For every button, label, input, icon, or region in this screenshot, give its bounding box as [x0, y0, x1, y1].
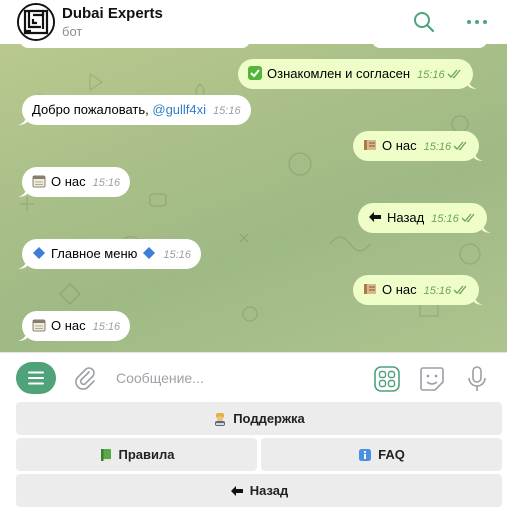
keyboard-button-support[interactable]: Поддержка: [16, 402, 502, 435]
outgoing-message[interactable]: О нас 15:16: [353, 275, 484, 305]
read-receipt-icon: [453, 141, 467, 151]
message-list[interactable]: Ознакомлен и согласен 15:16 Добро пожалов…: [0, 44, 507, 352]
message-input[interactable]: [110, 365, 360, 391]
message-time: 15:16: [417, 69, 445, 81]
message-time: 15:16: [92, 177, 121, 189]
bubble-tail: [473, 149, 484, 161]
bot-commands-grid-icon[interactable]: [373, 365, 401, 393]
message-text: О нас: [382, 138, 417, 153]
read-receipt-icon: [447, 69, 461, 79]
technician-icon: [215, 412, 226, 426]
more-options-icon[interactable]: [464, 10, 490, 34]
keyboard-button-rules[interactable]: Правила: [16, 438, 257, 471]
keyboard-button-label: Поддержка: [233, 411, 305, 426]
scroll-icon: [364, 284, 376, 294]
bubble-tail: [480, 221, 491, 233]
scroll-icon: [364, 140, 376, 150]
previous-message-fragment: [372, 44, 487, 48]
outgoing-message[interactable]: Назад 15:16: [358, 203, 491, 233]
chat-header: Dubai Experts бот: [0, 0, 507, 44]
reply-keyboard: Поддержка Правила FAQ Назад: [0, 402, 507, 515]
message-text: Добро пожаловать,: [32, 102, 153, 117]
sticker-icon[interactable]: [418, 365, 446, 393]
outgoing-message[interactable]: О нас 15:16: [353, 131, 484, 161]
search-icon[interactable]: [412, 10, 436, 34]
keyboard-button-back[interactable]: Назад: [16, 474, 502, 507]
green-book-icon: [100, 448, 111, 461]
bubble-tail: [18, 257, 28, 269]
bot-avatar[interactable]: [17, 3, 55, 41]
composer-bar: [0, 352, 507, 402]
bubble-tail: [18, 185, 28, 197]
keyboard-button-label: Назад: [249, 483, 289, 498]
blue-diamond-icon: [33, 247, 45, 259]
user-mention-link[interactable]: @gullf4xi: [152, 102, 206, 117]
message-time: 15:16: [431, 213, 459, 225]
check-mark-icon: [248, 66, 262, 80]
keyboard-button-label: FAQ: [378, 447, 405, 462]
incoming-message[interactable]: О нас 15:16: [18, 311, 131, 341]
message-time: 15:16: [423, 285, 452, 297]
keyboard-button-faq[interactable]: FAQ: [261, 438, 502, 471]
blue-diamond-icon: [143, 247, 156, 259]
microphone-icon[interactable]: [466, 365, 488, 393]
chat-title[interactable]: Dubai Experts: [62, 5, 163, 22]
message-time: 15:16: [92, 321, 121, 333]
message-text: Главное меню: [51, 246, 138, 261]
info-icon: [359, 448, 372, 461]
message-text: Ознакомлен и согласен: [267, 66, 411, 81]
chat-subtitle: бот: [62, 24, 83, 39]
incoming-message[interactable]: Добро пожаловать, @gullf4xi 15:16: [18, 95, 251, 125]
paperclip-icon[interactable]: [72, 365, 98, 391]
read-receipt-icon: [453, 285, 467, 295]
calendar-icon: [32, 175, 46, 188]
bot-logo-icon: [19, 5, 53, 39]
message-time: 15:16: [163, 249, 191, 261]
incoming-message[interactable]: О нас 15:16: [18, 167, 131, 197]
hamburger-menu-icon: [28, 371, 44, 385]
keyboard-button-label: Правила: [118, 447, 175, 462]
outgoing-message[interactable]: Ознакомлен и согласен 15:16: [238, 59, 477, 89]
message-time: 15:16: [423, 141, 452, 153]
bubble-tail: [18, 113, 28, 125]
chat-wallpaper: [20, 72, 481, 322]
message-time: 15:16: [213, 105, 241, 117]
read-receipt-icon: [461, 213, 475, 223]
back-arrow-icon: [230, 485, 243, 496]
calendar-icon: [32, 319, 46, 332]
bubble-tail: [18, 329, 28, 341]
bot-menu-button[interactable]: [16, 362, 56, 394]
message-text: О нас: [51, 174, 86, 189]
previous-message-fragment: [20, 44, 250, 48]
back-arrow-icon: [369, 212, 381, 222]
message-text: О нас: [382, 282, 417, 297]
bubble-tail: [466, 77, 477, 89]
message-text: О нас: [51, 318, 86, 333]
bubble-tail: [473, 293, 484, 305]
message-text: Назад: [387, 210, 425, 225]
incoming-message[interactable]: Главное меню 15:16: [18, 239, 201, 269]
